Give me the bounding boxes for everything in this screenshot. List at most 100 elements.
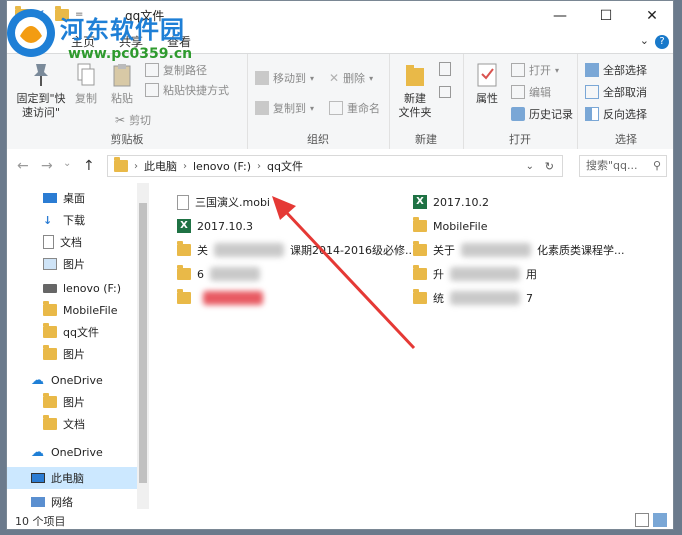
- folder-icon: [413, 241, 427, 256]
- nav-item[interactable]: qq文件: [7, 321, 137, 343]
- nav-item[interactable]: 文档📌: [7, 231, 137, 253]
- crumb-this-pc[interactable]: 此电脑: [144, 158, 177, 174]
- nav-item-label: 桌面: [63, 192, 85, 205]
- open-button[interactable]: 打开 ▾: [511, 62, 559, 78]
- edit-icon: [511, 85, 525, 99]
- folder-icon: [177, 265, 191, 280]
- redacted-text: [214, 243, 284, 257]
- nav-item-label: 此电脑: [51, 472, 84, 485]
- move-to-button[interactable]: 移动到 ▾: [255, 70, 314, 86]
- large-icons-view-icon[interactable]: [653, 513, 667, 527]
- help-icon[interactable]: ?: [655, 35, 669, 49]
- select-none-button[interactable]: 全部取消: [585, 84, 647, 100]
- nav-item[interactable]: 图片: [7, 391, 137, 413]
- pin-label-line1: 固定到"快: [16, 92, 66, 105]
- move-to-label: 移动到: [273, 72, 306, 85]
- folder-icon: [177, 289, 191, 304]
- file-item[interactable]: MobileFile: [413, 215, 488, 237]
- nav-item[interactable]: 桌面📌: [7, 187, 137, 209]
- folder-icon: [43, 301, 57, 316]
- forward-arrow-icon[interactable]: →: [41, 158, 53, 174]
- folder-icon: [43, 345, 57, 360]
- file-name: 关于: [433, 244, 455, 257]
- easy-access-icon[interactable]: [439, 86, 451, 98]
- pin-icon: [34, 64, 48, 86]
- history-label: 历史记录: [529, 108, 573, 121]
- copy-to-icon: [255, 101, 269, 115]
- select-all-button[interactable]: 全部选择: [585, 62, 647, 78]
- file-item[interactable]: 升用: [413, 263, 537, 285]
- folder-icon: [43, 323, 57, 338]
- file-item[interactable]: 关于 化素质类课程学...: [413, 239, 625, 261]
- nav-scrollbar[interactable]: [137, 183, 149, 509]
- paste-shortcut-icon: [145, 83, 159, 97]
- edit-label: 编辑: [529, 86, 551, 99]
- crumb-drive[interactable]: lenovo (F:): [193, 160, 251, 173]
- file-item[interactable]: X 2017.10.3: [177, 215, 253, 237]
- file-list: 三国演义.mobi X 2017.10.3 关课期2014-2016级必修... 6 X 2…: [157, 183, 667, 509]
- file-item[interactable]: 统7: [413, 287, 533, 309]
- new-item-icon[interactable]: [439, 62, 451, 76]
- watermark-site-name: 河东软件园: [60, 16, 185, 44]
- nav-item[interactable]: 文档: [7, 413, 137, 435]
- minimize-button[interactable]: —: [537, 1, 583, 31]
- redacted-text: [461, 243, 531, 257]
- paste-button[interactable]: 粘贴: [105, 62, 139, 106]
- nav-item[interactable]: ☁ OneDrive: [7, 369, 137, 391]
- delete-label: 删除: [343, 72, 366, 85]
- file-item[interactable]: 关 课期2014-2016级必修...: [177, 239, 415, 261]
- nav-item[interactable]: 图片📌: [7, 253, 137, 275]
- history-button[interactable]: 历史记录: [511, 106, 573, 122]
- copy-path-button[interactable]: 复制路径: [145, 62, 207, 78]
- open-icon: [511, 63, 525, 77]
- ribbon: 固定到"快 速访问" 复制 粘贴 复制路径 粘贴快捷方式 ✂ 剪切 剪贴板 移动…: [7, 53, 673, 151]
- paste-shortcut-button[interactable]: 粘贴快捷方式: [145, 82, 229, 98]
- new-folder-label-line1: 新建: [404, 92, 426, 105]
- refresh-icon[interactable]: ↻: [545, 160, 554, 173]
- edit-button[interactable]: 编辑: [511, 84, 551, 100]
- nav-item[interactable]: 图片: [7, 343, 137, 365]
- copy-button[interactable]: 复制: [69, 62, 103, 106]
- rename-button[interactable]: 重命名: [329, 100, 380, 116]
- breadcrumb[interactable]: › 此电脑 › lenovo (F:) › qq文件 ⌄ ↻: [107, 155, 563, 177]
- file-name: 三国演义.mobi: [195, 196, 270, 209]
- crumb-folder[interactable]: qq文件: [267, 158, 303, 174]
- maximize-button[interactable]: ☐: [583, 1, 629, 31]
- status-bar: 10 个项目: [7, 509, 673, 529]
- nav-item[interactable]: ☁ OneDrive: [7, 441, 137, 463]
- file-item[interactable]: X 2017.10.2: [413, 191, 489, 213]
- nav-item[interactable]: ↓下载📌: [7, 209, 137, 231]
- copy-path-icon: [145, 63, 159, 77]
- nav-item[interactable]: 网络: [7, 491, 137, 509]
- file-item[interactable]: 6: [177, 263, 260, 285]
- nav-item[interactable]: MobileFile: [7, 299, 137, 321]
- nav-item[interactable]: 此电脑: [7, 467, 137, 489]
- nav-scrollbar-thumb[interactable]: [139, 203, 147, 483]
- file-item[interactable]: [177, 287, 263, 309]
- search-input[interactable]: 搜索"qq... ⚲: [579, 155, 667, 177]
- new-folder-button[interactable]: 新建 文件夹: [393, 62, 437, 120]
- nav-item[interactable]: lenovo (F:): [7, 277, 137, 299]
- close-button[interactable]: ✕: [629, 1, 673, 31]
- invert-selection-button[interactable]: 反向选择: [585, 106, 647, 122]
- copy-to-label: 复制到: [273, 102, 306, 115]
- cut-button[interactable]: ✂ 剪切: [115, 112, 151, 128]
- delete-button[interactable]: ✕ 删除 ▾: [329, 70, 373, 86]
- nav-item-label: OneDrive: [51, 373, 103, 387]
- folder-icon: [413, 265, 427, 280]
- invert-selection-label: 反向选择: [603, 108, 647, 121]
- properties-button[interactable]: 属性: [469, 62, 505, 106]
- back-arrow-icon[interactable]: ←: [17, 158, 29, 174]
- properties-label: 属性: [476, 92, 498, 105]
- details-view-icon[interactable]: [635, 513, 649, 527]
- file-item[interactable]: 三国演义.mobi: [177, 191, 270, 213]
- pin-quick-access-button[interactable]: 固定到"快 速访问": [13, 62, 69, 120]
- address-dropdown-icon[interactable]: ⌄: [526, 161, 534, 172]
- file-icon: [177, 194, 189, 210]
- recent-dropdown-icon[interactable]: ⌄: [63, 158, 71, 169]
- copy-to-button[interactable]: 复制到 ▾: [255, 100, 314, 116]
- up-arrow-icon[interactable]: ↑: [83, 158, 95, 174]
- drive-icon: [43, 283, 57, 293]
- ribbon-expand-icon[interactable]: ⌄: [640, 34, 649, 47]
- nav-item-label: 网络: [51, 496, 73, 509]
